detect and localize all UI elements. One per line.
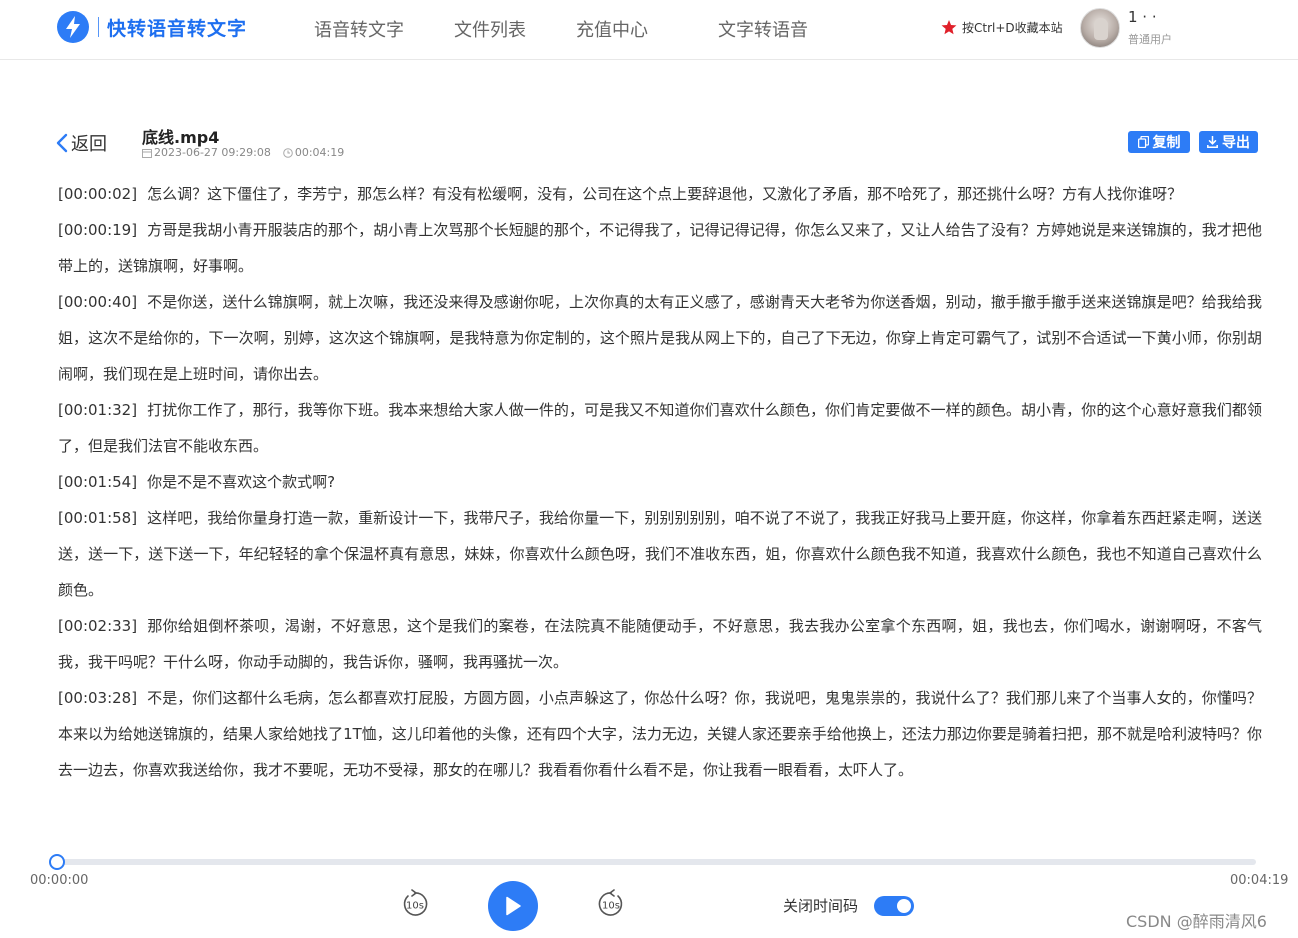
transcript: [00:00:02] 怎么调？这下僵住了，李芳宁，那怎么样？有没有松缓啊，没有，公…	[58, 176, 1262, 788]
segment-text: 打扰你工作了，那行，我等你下班。我本来想给大家人做一件的，可是我又不知道你们喜欢…	[58, 401, 1262, 455]
nav-file-list[interactable]: 文件列表	[454, 16, 526, 42]
rewind-label: 10s	[406, 901, 424, 912]
transcript-segment[interactable]: [00:00:19] 方哥是我胡小青开服装店的那个，胡小青上次骂那个长短腿的那个，…	[58, 212, 1262, 284]
timestamp-toggle-label: 关闭时间码	[783, 897, 859, 915]
progress-bar[interactable]	[49, 854, 1256, 870]
segment-timestamp[interactable]: [00:00:19]	[58, 221, 137, 239]
segment-text: 你是不是不喜欢这个款式啊?	[147, 473, 336, 491]
transcript-segment[interactable]: [00:01:54] 你是不是不喜欢这个款式啊?	[58, 464, 1262, 500]
copy-icon	[1137, 136, 1149, 148]
file-name: 底线.mp4	[142, 128, 220, 147]
user-name[interactable]: 1 · ·	[1128, 8, 1157, 26]
download-icon	[1207, 136, 1218, 148]
forward-10s-icon[interactable]: 10s	[596, 889, 626, 919]
transcript-segment[interactable]: [00:02:33] 那你给姐倒杯茶呗，渴谢，不好意思，这个是我们的案卷，在法院真…	[58, 608, 1262, 680]
segment-timestamp[interactable]: [00:00:40]	[58, 293, 137, 311]
segment-timestamp[interactable]: [00:01:32]	[58, 401, 137, 419]
lightning-icon	[57, 11, 89, 43]
segment-timestamp[interactable]: [00:02:33]	[58, 617, 137, 635]
transcript-segment[interactable]: [00:00:40] 不是你送，送什么锦旗啊，就上次嘛，我还没来得及感谢你呢，上次…	[58, 284, 1262, 392]
nav-recharge[interactable]: 充值中心	[576, 16, 648, 42]
transcript-segment[interactable]: [00:03:28] 不是，你们这都什么毛病，怎么都喜欢打屁股，方圆方圆，小点声躲…	[58, 680, 1262, 788]
export-button[interactable]: 导出	[1199, 131, 1258, 153]
segment-text: 这样吧，我给你量身打造一款，重新设计一下，我带尺子，我给你量一下，别别别别别，咱…	[58, 509, 1262, 599]
top-header: 快转语音转文字 语音转文字 文件列表 充值中心 文字转语音 按Ctrl+D收藏本…	[0, 0, 1298, 60]
segment-timestamp[interactable]: [00:03:28]	[58, 689, 137, 707]
current-time: 00:00:00	[30, 873, 89, 888]
bookmark-hint-text: 按Ctrl+D收藏本站	[962, 21, 1063, 35]
segment-text: 怎么调？这下僵住了，李芳宁，那怎么样？有没有松缓啊，没有，公司在这个点上要辞退他…	[147, 185, 1183, 203]
file-duration: 00:04:19	[294, 146, 345, 159]
logo-text: 快转语音转文字	[107, 17, 248, 40]
avatar[interactable]	[1080, 8, 1120, 48]
total-time: 00:04:19	[1230, 873, 1289, 888]
transcript-segment[interactable]: [00:00:02] 怎么调？这下僵住了，李芳宁，那怎么样？有没有松缓啊，没有，公…	[58, 176, 1262, 212]
copy-button[interactable]: 复制	[1128, 131, 1190, 153]
transcript-segment[interactable]: [00:01:58] 这样吧，我给你量身打造一款，重新设计一下，我带尺子，我给你量…	[58, 500, 1262, 608]
watermark: CSDN @醉雨清风6	[1126, 912, 1267, 931]
back-label: 返回	[71, 134, 107, 155]
chevron-left-icon	[56, 133, 68, 153]
timestamp-toggle[interactable]	[874, 896, 914, 916]
bookmark-hint[interactable]: 按Ctrl+D收藏本站	[941, 19, 1063, 36]
nav-speech-to-text[interactable]: 语音转文字	[314, 16, 404, 42]
forward-label: 10s	[602, 901, 620, 912]
back-button[interactable]: 返回	[56, 130, 107, 156]
segment-text: 不是你送，送什么锦旗啊，就上次嘛，我还没来得及感谢你呢，上次你真的太有正义感了，…	[58, 293, 1262, 383]
play-icon	[506, 896, 521, 916]
segment-text: 那你给姐倒杯茶呗，渴谢，不好意思，这个是我们的案卷，在法院真不能随便动手，不好意…	[58, 617, 1262, 671]
calendar-icon	[142, 148, 152, 158]
user-role: 普通用户	[1128, 33, 1172, 46]
segment-text: 方哥是我胡小青开服装店的那个，胡小青上次骂那个长短腿的那个，不记得我了，记得记得…	[58, 221, 1262, 275]
nav-text-to-speech[interactable]: 文字转语音	[718, 16, 808, 42]
transcript-segment[interactable]: [00:01:32] 打扰你工作了，那行，我等你下班。我本来想给大家人做一件的，可…	[58, 392, 1262, 464]
segment-timestamp[interactable]: [00:01:58]	[58, 509, 137, 527]
export-label: 导出	[1222, 135, 1250, 151]
logo-divider	[98, 17, 99, 37]
rewind-10s-icon[interactable]: 10s	[400, 889, 430, 919]
clock-icon	[283, 147, 293, 158]
toggle-knob	[897, 899, 911, 913]
file-meta: 2023-06-27 09:29:08 00:04:19	[142, 146, 344, 159]
segment-timestamp[interactable]: [00:01:54]	[58, 473, 137, 491]
segment-timestamp[interactable]: [00:00:02]	[58, 185, 137, 203]
copy-label: 复制	[1152, 135, 1181, 151]
play-button[interactable]	[488, 881, 538, 931]
segment-text: 不是，你们这都什么毛病，怎么都喜欢打屁股，方圆方圆，小点声躲这了，你怂什么呀？你…	[58, 689, 1262, 779]
star-icon	[941, 20, 957, 35]
progress-handle[interactable]	[49, 854, 65, 870]
file-date: 2023-06-27 09:29:08	[154, 146, 271, 159]
site-logo[interactable]: 快转语音转文字	[57, 11, 247, 43]
